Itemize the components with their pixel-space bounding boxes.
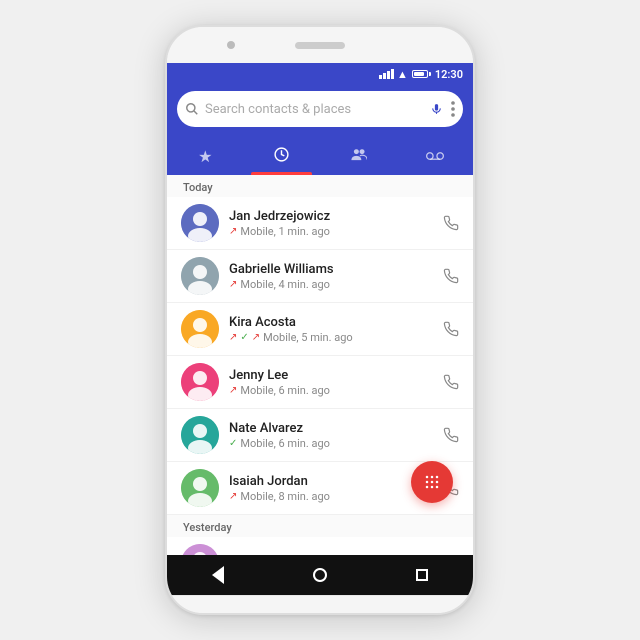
contact-name: Jenny Lee [229, 368, 433, 383]
earpiece-speaker [295, 42, 345, 49]
contact-sub: ↗ Mobile, 4 min. ago [229, 278, 433, 291]
avatar [181, 257, 219, 295]
avatar [181, 310, 219, 348]
call-type-icon: ↗ [229, 491, 237, 502]
wifi-icon: ▲ [397, 68, 408, 81]
avatar [181, 469, 219, 507]
call-button[interactable] [443, 321, 459, 337]
call-type-icon: ↗ [229, 226, 237, 237]
battery-icon [412, 70, 428, 78]
today-section-label: Today [167, 175, 473, 197]
contacts-icon [350, 146, 367, 167]
contact-sub: ↗ ✓ ↗ Mobile, 5 min. ago [229, 331, 433, 344]
star-icon: ★ [198, 147, 212, 166]
contact-row: Jenny Lee ↗ Mobile, 6 min. ago [167, 356, 473, 409]
avatar [181, 544, 219, 555]
call-type-icon: ↗ [229, 385, 237, 396]
search-bar-container: Search contacts & places [167, 85, 473, 137]
contact-info: Kira Acosta ↗ ✓ ↗ Mobile, 5 min. ago [229, 315, 433, 344]
contact-row: Gabrielle Williams ↗ Mobile, 4 min. ago [167, 250, 473, 303]
contact-row: Nate Alvarez ✓ Mobile, 6 min. ago [167, 409, 473, 462]
dialpad-fab-button[interactable] [411, 461, 453, 503]
avatar [181, 363, 219, 401]
avatar [181, 204, 219, 242]
yesterday-section-label: Yesterday [167, 515, 473, 537]
more-options-icon[interactable] [451, 101, 455, 117]
clock-icon [273, 146, 290, 167]
contact-name: Kira Acosta [229, 315, 433, 330]
tab-contacts[interactable] [320, 137, 397, 175]
phone-screen: ▲ 12:30 Search contacts & places [167, 63, 473, 595]
phone-top-bar [167, 27, 473, 63]
contact-row: Kevin Chieu [167, 537, 473, 555]
call-button[interactable] [443, 374, 459, 390]
contact-sub: ✓ Mobile, 6 min. ago [229, 437, 433, 450]
content-area: Today Jan Jedrzejowicz ↗ [167, 175, 473, 555]
microphone-icon[interactable] [430, 103, 443, 116]
contact-info: Jenny Lee ↗ Mobile, 6 min. ago [229, 368, 433, 397]
status-icons: ▲ 12:30 [379, 68, 463, 81]
voicemail-icon [426, 147, 444, 166]
call-type-icon-2: ↗ [252, 332, 260, 343]
signal-icon [379, 69, 394, 79]
search-bar[interactable]: Search contacts & places [177, 91, 463, 127]
contact-sub: ↗ Mobile, 1 min. ago [229, 225, 433, 238]
call-type-icon: ↗ [229, 279, 237, 290]
check-icon: ✓ [240, 332, 248, 343]
contact-name: Nate Alvarez [229, 421, 433, 436]
call-button[interactable] [443, 427, 459, 443]
search-icon [185, 102, 199, 116]
contact-row: Jan Jedrzejowicz ↗ Mobile, 1 min. ago [167, 197, 473, 250]
phone-bottom-bar [167, 595, 473, 613]
tab-recent[interactable] [244, 137, 321, 175]
phone-device: ▲ 12:30 Search contacts & places [165, 25, 475, 615]
contact-name: Isaiah Jordan [229, 474, 433, 489]
tab-favorites[interactable]: ★ [167, 137, 244, 175]
contact-info: Jan Jedrzejowicz ↗ Mobile, 1 min. ago [229, 209, 433, 238]
call-button[interactable] [443, 215, 459, 231]
call-button[interactable] [443, 268, 459, 284]
tab-voicemail[interactable] [397, 137, 474, 175]
received-icon: ✓ [229, 438, 237, 449]
home-button[interactable] [313, 568, 327, 582]
contact-info: Isaiah Jordan ↗ Mobile, 8 min. ago [229, 474, 433, 503]
contact-name: Jan Jedrzejowicz [229, 209, 433, 224]
contact-row: Kira Acosta ↗ ✓ ↗ Mobile, 5 min. ago [167, 303, 473, 356]
navigation-bar [167, 555, 473, 595]
contact-sub: ↗ Mobile, 8 min. ago [229, 490, 433, 503]
status-bar: ▲ 12:30 [167, 63, 473, 85]
contact-name: Gabrielle Williams [229, 262, 433, 277]
contact-sub: ↗ Mobile, 6 min. ago [229, 384, 433, 397]
recents-button[interactable] [416, 569, 428, 581]
contact-info: Gabrielle Williams ↗ Mobile, 4 min. ago [229, 262, 433, 291]
back-button[interactable] [212, 566, 224, 584]
call-type-icon: ↗ [229, 332, 237, 343]
search-placeholder: Search contacts & places [205, 102, 424, 117]
contact-info: Nate Alvarez ✓ Mobile, 6 min. ago [229, 421, 433, 450]
tabs-bar: ★ [167, 137, 473, 175]
front-camera [227, 41, 235, 49]
status-time: 12:30 [435, 68, 463, 81]
avatar [181, 416, 219, 454]
